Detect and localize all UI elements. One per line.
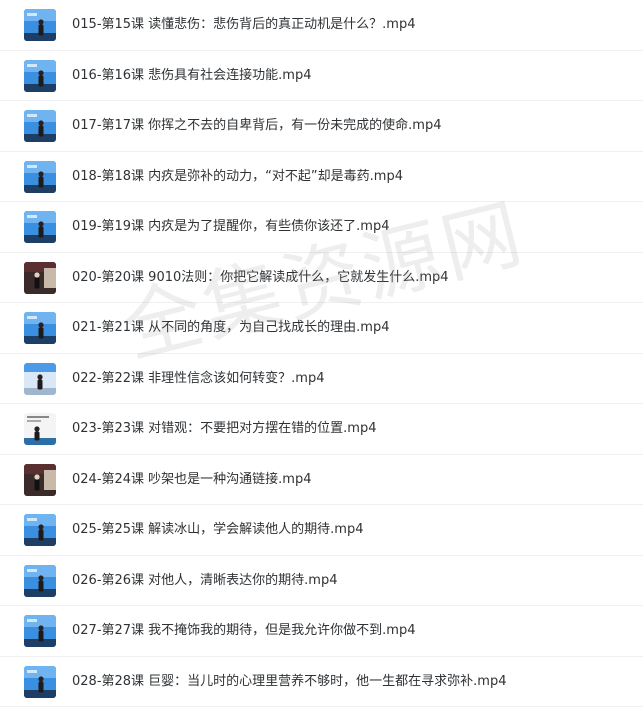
video-thumbnail-icon (24, 312, 56, 344)
file-name: 022-第22课 非理性信念该如何转变？.mp4 (72, 370, 325, 386)
file-name: 026-第26课 对他人，清晰表达你的期待.mp4 (72, 572, 338, 588)
video-thumbnail-icon (24, 615, 56, 647)
file-name: 023-第23课 对错观：不要把对方摆在错的位置.mp4 (72, 421, 377, 436)
file-row[interactable]: 026-第26课 对他人，清晰表达你的期待.mp4 (0, 556, 643, 606)
video-thumbnail-icon (24, 211, 56, 243)
file-row[interactable]: 022-第22课 非理性信念该如何转变？.mp4 (0, 354, 643, 404)
file-name: 028-第28课 巨婴：当儿时的心理里营养不够时，他一生都在寻求弥补.mp4 (72, 673, 507, 689)
file-row[interactable]: 015-第15课 读懂悲伤：悲伤背后的真正动机是什么？.mp4 (0, 0, 643, 51)
file-row[interactable]: 024-第24课 吵架也是一种沟通链接.mp4 (0, 455, 643, 505)
video-thumbnail-icon (24, 514, 56, 546)
file-row[interactable]: 016-第16课 悲伤具有社会连接功能.mp4 (0, 51, 643, 101)
video-thumbnail-icon (24, 160, 56, 193)
video-thumbnail-icon (24, 564, 56, 597)
file-row[interactable]: 027-第27课 我不掩饰我的期待，但是我允许你做不到.mp4 (0, 606, 643, 657)
video-thumbnail-icon (24, 413, 56, 445)
file-name: 021-第21课 从不同的角度，为自己找成长的理由.mp4 (72, 320, 390, 335)
video-thumbnail-icon (24, 665, 56, 698)
file-name: 016-第16课 悲伤具有社会连接功能.mp4 (72, 67, 312, 83)
file-list: 015-第15课 读懂悲伤：悲伤背后的真正动机是什么？.mp4 016-第16课 … (0, 0, 643, 707)
file-row[interactable]: 017-第17课 你挥之不去的自卑背后，有一份未完成的使命.mp4 (0, 101, 643, 152)
video-thumbnail-icon (24, 59, 56, 92)
file-row[interactable]: 018-第18课 内疚是弥补的动力，“对不起”却是毒药.mp4 (0, 152, 643, 202)
file-name: 024-第24课 吵架也是一种沟通链接.mp4 (72, 471, 312, 487)
file-row[interactable]: 020-第20课 9010法则：你把它解读成什么，它就发生什么.mp4 (0, 253, 643, 303)
file-row[interactable]: 019-第19课 内疚是为了提醒你，有些债你该还了.mp4 (0, 202, 643, 253)
video-thumbnail-icon (24, 261, 56, 294)
file-name: 019-第19课 内疚是为了提醒你，有些债你该还了.mp4 (72, 219, 390, 234)
video-thumbnail-icon (24, 362, 56, 395)
file-row[interactable]: 028-第28课 巨婴：当儿时的心理里营养不够时，他一生都在寻求弥补.mp4 (0, 657, 643, 707)
video-thumbnail-icon (24, 463, 56, 496)
file-row[interactable]: 023-第23课 对错观：不要把对方摆在错的位置.mp4 (0, 404, 643, 455)
file-row[interactable]: 025-第25课 解读冰山，学会解读他人的期待.mp4 (0, 505, 643, 556)
file-name: 017-第17课 你挥之不去的自卑背后，有一份未完成的使命.mp4 (72, 118, 442, 133)
video-thumbnail-icon (24, 110, 56, 142)
file-name: 020-第20课 9010法则：你把它解读成什么，它就发生什么.mp4 (72, 269, 449, 285)
file-name: 025-第25课 解读冰山，学会解读他人的期待.mp4 (72, 522, 364, 537)
file-name: 018-第18课 内疚是弥补的动力，“对不起”却是毒药.mp4 (72, 168, 403, 184)
file-row[interactable]: 021-第21课 从不同的角度，为自己找成长的理由.mp4 (0, 303, 643, 354)
file-name: 027-第27课 我不掩饰我的期待，但是我允许你做不到.mp4 (72, 623, 416, 638)
file-name: 015-第15课 读懂悲伤：悲伤背后的真正动机是什么？.mp4 (72, 17, 416, 32)
video-thumbnail-icon (24, 9, 56, 41)
